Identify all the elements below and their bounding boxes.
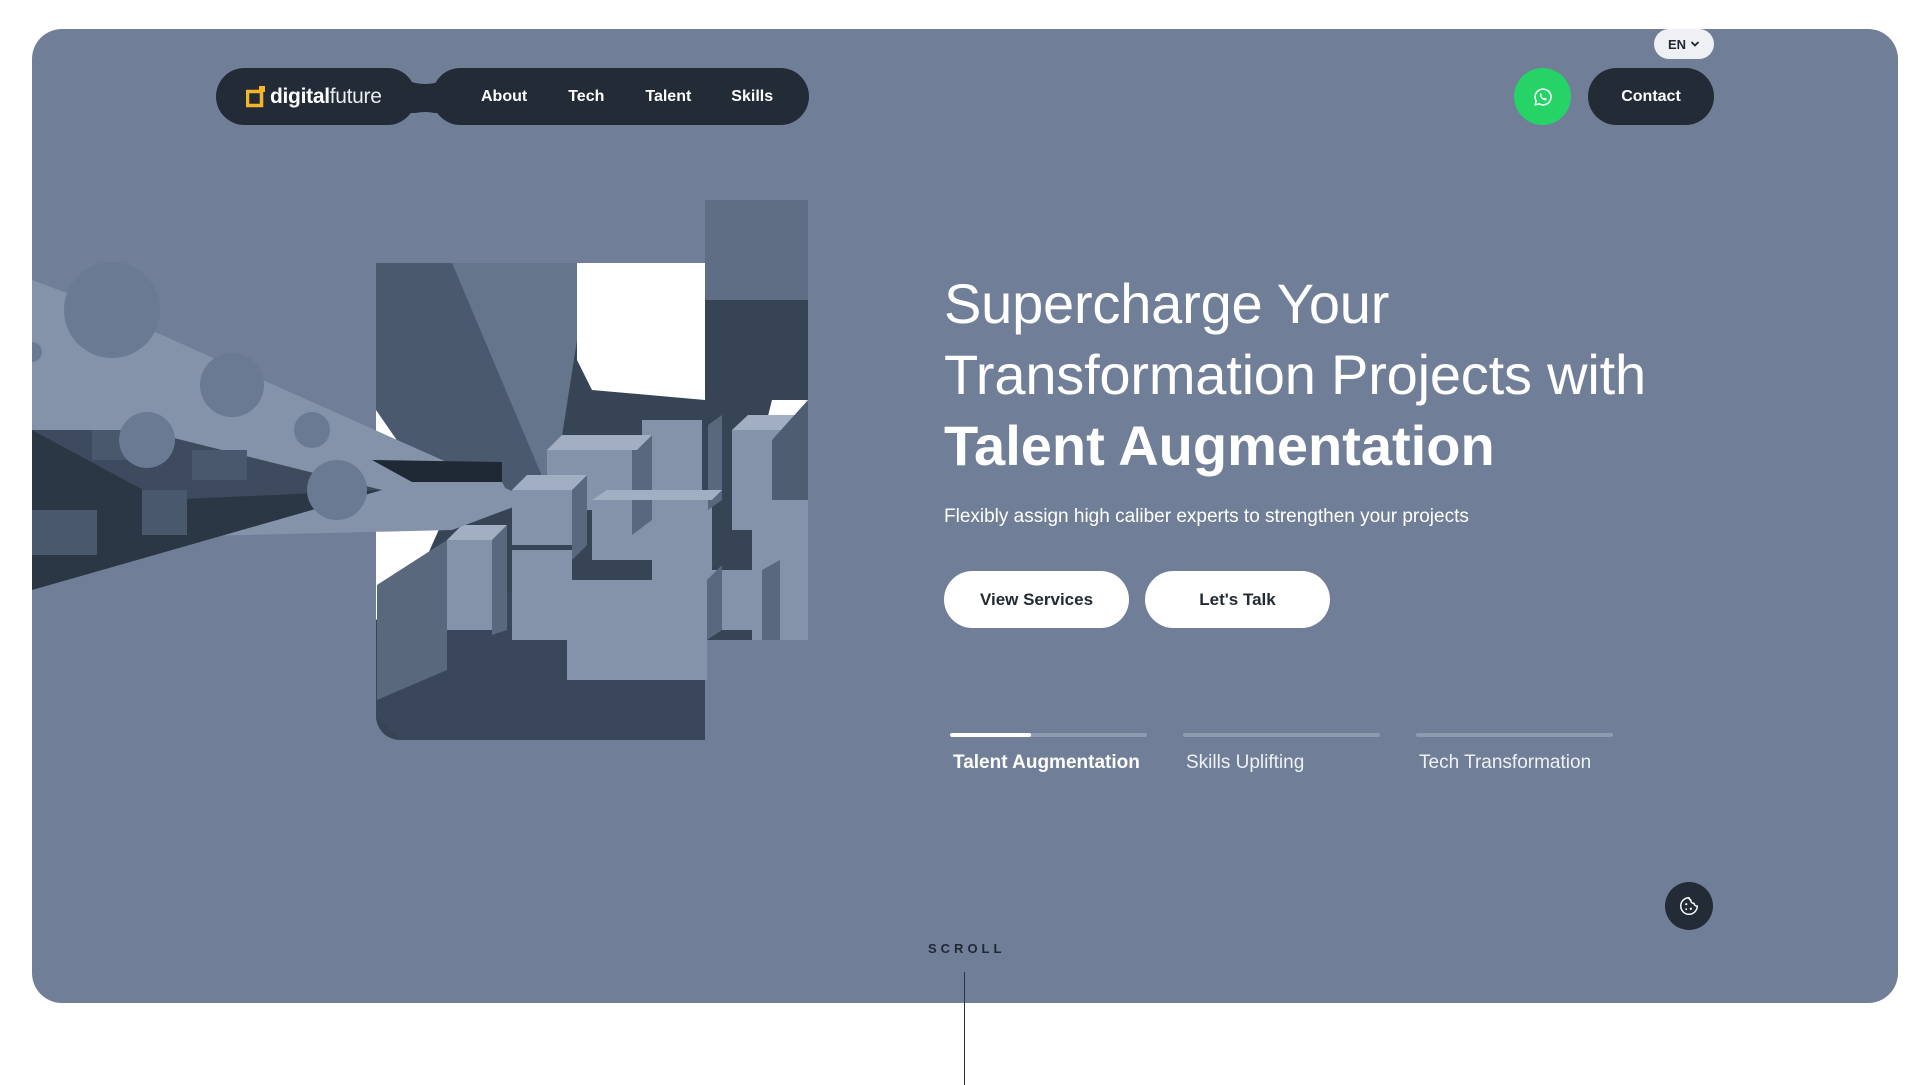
logo[interactable]: digitalfuture [216,68,416,125]
headline-line-1: Supercharge Your [944,272,1390,335]
tab-label: Skills Uplifting [1186,752,1305,773]
view-services-button[interactable]: View Services [944,571,1129,628]
tab-talent-augmentation[interactable]: Talent Augmentation [950,733,1147,774]
cookie-icon [1680,897,1698,915]
tab-progress-track [950,733,1147,737]
hero-illustration [32,200,808,740]
nav-item-tech[interactable]: Tech [568,88,604,106]
whatsapp-icon [1533,87,1552,106]
chevron-down-icon [1691,41,1699,47]
logo-text: digitalfuture [270,85,382,109]
tab-progress-track [1183,733,1380,737]
language-selector[interactable]: EN [1654,29,1714,59]
headline-line-3: Talent Augmentation [944,414,1495,477]
language-label: EN [1667,36,1687,52]
tab-tech-transformation[interactable]: Tech Transformation [1416,733,1613,774]
logo-text-bold: digital [270,84,330,108]
hero-headline: Supercharge Your Transformation Projects… [944,268,1704,481]
cookie-settings-button[interactable] [1665,882,1713,930]
tab-label: Talent Augmentation [953,752,1140,773]
lets-talk-button[interactable]: Let's Talk [1145,571,1330,628]
nav-item-skills[interactable]: Skills [731,88,773,106]
logo-text-light: future [329,84,382,108]
tab-progress-fill [950,733,1031,737]
tab-label: Tech Transformation [1419,752,1592,773]
contact-button[interactable]: Contact [1588,68,1714,125]
scroll-indicator-label: SCROLL [928,941,1006,956]
tab-skills-uplifting[interactable]: Skills Uplifting [1183,733,1380,774]
nav-item-about[interactable]: About [481,88,527,106]
scroll-indicator-line [964,972,965,1085]
whatsapp-button[interactable] [1514,68,1571,125]
hero-subtitle: Flexibly assign high caliber experts to … [944,506,1469,527]
nav-item-talent[interactable]: Talent [645,88,691,106]
logo-mark-icon [246,85,265,107]
main-nav: About Tech Talent Skills [432,68,809,125]
tab-progress-track [1416,733,1613,737]
headline-line-2: Transformation Projects with [944,343,1646,406]
